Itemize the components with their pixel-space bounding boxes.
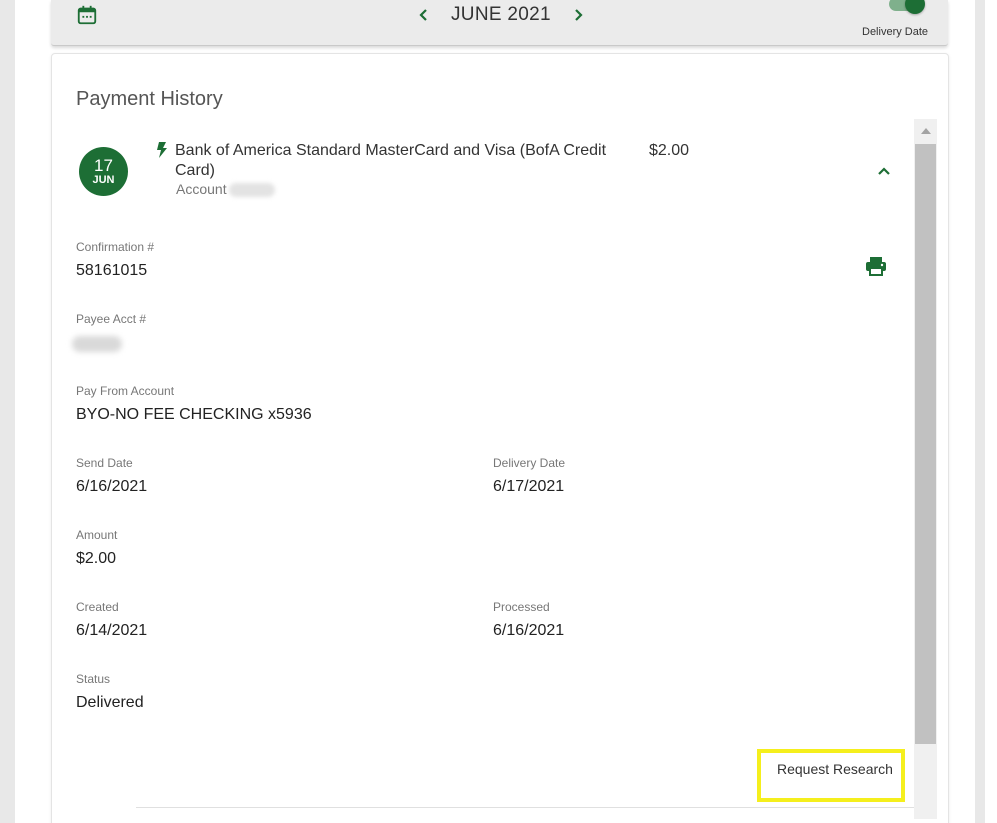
- scrollbar[interactable]: [914, 119, 937, 819]
- request-research-button[interactable]: Request Research: [757, 749, 905, 802]
- delivery-date-label: Delivery Date: [493, 456, 566, 470]
- card-title: Payment History: [76, 88, 223, 110]
- payment-amount: $2.00: [649, 142, 690, 159]
- account-row: Account: [176, 181, 275, 198]
- page-margin-right: [975, 0, 997, 823]
- payment-day: 17: [94, 155, 113, 175]
- chevron-left-icon: [419, 9, 427, 21]
- status-value: Delivered: [76, 694, 144, 711]
- footer-divider: [136, 807, 914, 808]
- processed-label: Processed: [493, 600, 550, 614]
- next-month-button[interactable]: [565, 2, 591, 28]
- payment-date-badge: 17 JUN: [79, 147, 128, 196]
- month-navigator: JUNE 2021: [411, 2, 591, 28]
- pay-from-label: Pay From Account: [76, 384, 175, 398]
- payment-month: JUN: [92, 173, 115, 186]
- toggle-knob: [905, 0, 925, 14]
- scroll-up-arrow[interactable]: [914, 119, 937, 143]
- payee-acct-label: Payee Acct #: [76, 312, 147, 326]
- print-icon[interactable]: [864, 254, 888, 278]
- triangle-up-icon: [920, 128, 931, 134]
- send-date-label: Send Date: [76, 456, 133, 470]
- account-label: Account: [176, 181, 227, 197]
- delivery-date-toggle[interactable]: [889, 0, 925, 14]
- pay-from-value: BYO-NO FEE CHECKING x5936: [76, 406, 312, 423]
- amount-label: Amount: [76, 528, 118, 542]
- delivery-date-value: 6/17/2021: [493, 478, 565, 495]
- collapse-details-button[interactable]: [873, 160, 895, 182]
- month-header: JUNE 2021 Delivery Date: [51, 0, 948, 46]
- calendar-icon[interactable]: [76, 4, 98, 26]
- status-label: Status: [76, 672, 111, 686]
- chevron-up-icon: [878, 167, 890, 175]
- confirmation-value: 58161015: [76, 262, 148, 279]
- payment-history-card: Payment History 17 JUN Bank of America S…: [51, 53, 949, 823]
- payee-name: Bank of America Standard MasterCard and …: [175, 142, 607, 179]
- amount-value: $2.00: [76, 550, 117, 567]
- current-month-label: JUNE 2021: [451, 4, 551, 25]
- confirmation-label: Confirmation #: [76, 240, 155, 254]
- previous-month-button[interactable]: [411, 2, 437, 28]
- processed-value: 6/16/2021: [493, 622, 565, 639]
- masked-payee-account: [72, 336, 122, 352]
- masked-account-number: [228, 183, 275, 198]
- scrollbar-thumb[interactable]: [915, 144, 936, 744]
- lightning-bolt-icon: [157, 142, 167, 158]
- created-label: Created: [76, 600, 119, 614]
- send-date-value: 6/16/2021: [76, 478, 148, 495]
- page-margin-left: [0, 0, 15, 823]
- chevron-right-icon: [575, 9, 583, 21]
- delivery-date-toggle-label: Delivery Date: [862, 26, 929, 38]
- created-value: 6/14/2021: [76, 622, 148, 639]
